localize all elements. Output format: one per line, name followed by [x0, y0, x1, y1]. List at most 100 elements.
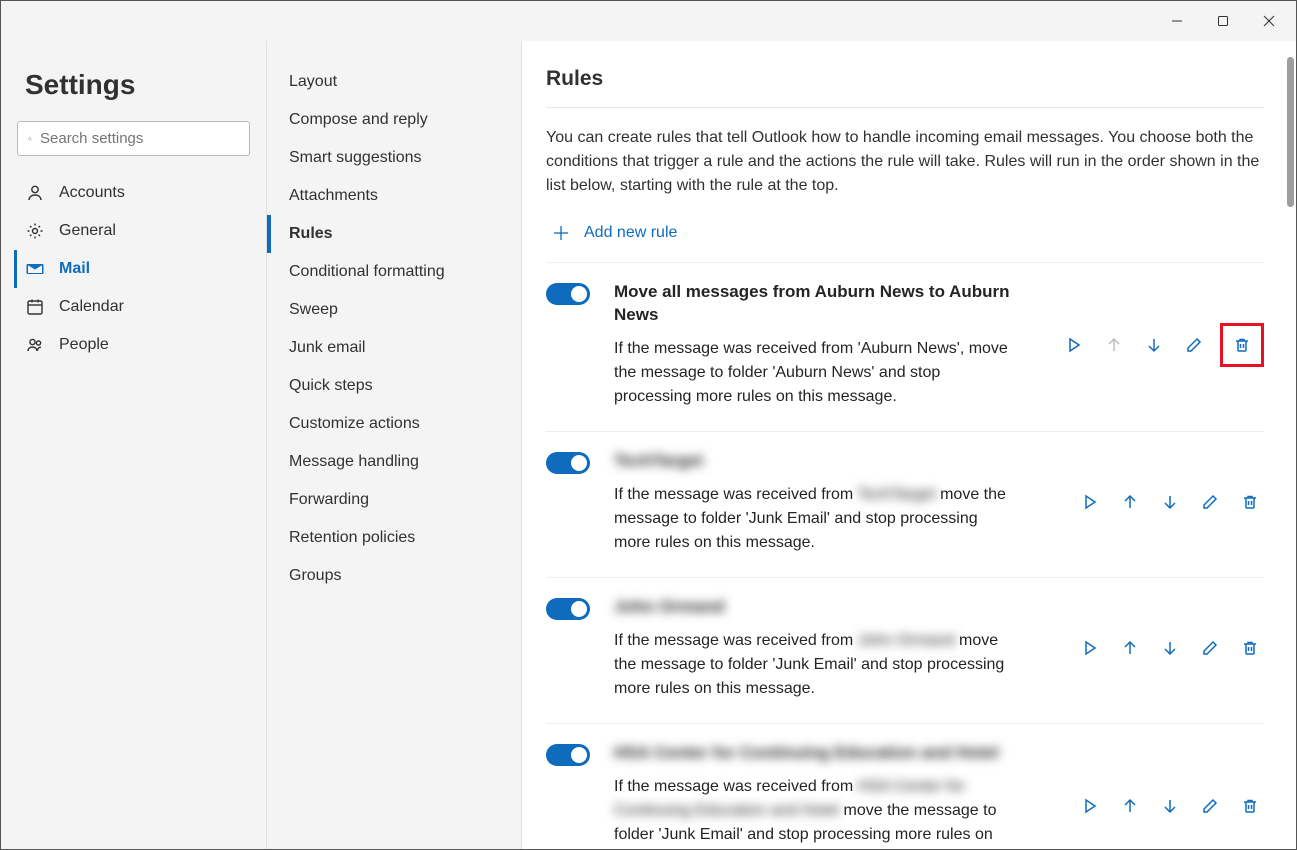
- add-rule-label: Add new rule: [584, 224, 677, 242]
- window-titlebar: [1, 1, 1296, 41]
- pencil-icon: [1186, 337, 1202, 353]
- nav-label: Accounts: [59, 184, 125, 202]
- subnav-groups[interactable]: Groups: [267, 557, 521, 595]
- pencil-icon: [1202, 640, 1218, 656]
- rule-actions: [1060, 323, 1264, 367]
- arrow-down-icon: [1162, 494, 1178, 510]
- rule-row: John Ormand If the message was received …: [546, 578, 1264, 724]
- delete-rule-button[interactable]: [1236, 792, 1264, 820]
- move-down-button[interactable]: [1156, 634, 1184, 662]
- subnav-message-handling[interactable]: Message handling: [267, 443, 521, 481]
- run-rule-button[interactable]: [1076, 634, 1104, 662]
- rule-toggle[interactable]: [546, 744, 590, 766]
- move-up-button[interactable]: [1116, 792, 1144, 820]
- run-rule-button[interactable]: [1060, 331, 1088, 359]
- nav-item-people[interactable]: People: [14, 326, 250, 364]
- vertical-scrollbar[interactable]: [1284, 41, 1296, 849]
- play-icon: [1066, 337, 1082, 353]
- people-icon: [25, 335, 45, 355]
- nav-item-mail[interactable]: Mail: [14, 250, 250, 288]
- move-down-button[interactable]: [1156, 792, 1184, 820]
- settings-title: Settings: [25, 69, 250, 101]
- subnav-customize-actions[interactable]: Customize actions: [267, 405, 521, 443]
- rule-toggle[interactable]: [546, 452, 590, 474]
- run-rule-button[interactable]: [1076, 488, 1104, 516]
- arrow-down-icon: [1162, 640, 1178, 656]
- subnav-sweep[interactable]: Sweep: [267, 291, 521, 329]
- rule-row: HSA Center for Continuing Education and …: [546, 724, 1264, 849]
- content-area: Settings Accounts General Mail Calendar: [1, 41, 1296, 849]
- nav-item-general[interactable]: General: [14, 212, 250, 250]
- rule-body: HSA Center for Continuing Education and …: [614, 742, 1076, 849]
- edit-rule-button[interactable]: [1180, 331, 1208, 359]
- play-icon: [1082, 494, 1098, 510]
- search-icon: [28, 131, 32, 147]
- rule-body: John Ormand If the message was received …: [614, 596, 1076, 701]
- page-title: Rules: [546, 67, 1264, 91]
- rule-title: John Ormand: [614, 596, 1066, 619]
- window-minimize-button[interactable]: [1154, 9, 1200, 33]
- person-icon: [25, 183, 45, 203]
- subnav-conditional-formatting[interactable]: Conditional formatting: [267, 253, 521, 291]
- arrow-up-icon: [1122, 798, 1138, 814]
- rule-toggle[interactable]: [546, 598, 590, 620]
- pencil-icon: [1202, 798, 1218, 814]
- rule-actions: [1076, 792, 1264, 820]
- move-down-button[interactable]: [1156, 488, 1184, 516]
- arrow-up-icon: [1122, 640, 1138, 656]
- subnav-layout[interactable]: Layout: [267, 63, 521, 101]
- trash-icon: [1234, 337, 1250, 353]
- move-up-button: [1100, 331, 1128, 359]
- calendar-icon: [25, 297, 45, 317]
- arrow-up-icon: [1106, 337, 1122, 353]
- delete-rule-button[interactable]: [1236, 634, 1264, 662]
- subnav-rules[interactable]: Rules: [267, 215, 521, 253]
- edit-rule-button[interactable]: [1196, 792, 1224, 820]
- subnav-smart-suggestions[interactable]: Smart suggestions: [267, 139, 521, 177]
- delete-rule-button[interactable]: [1236, 488, 1264, 516]
- window-close-button[interactable]: [1246, 9, 1292, 33]
- subnav-junk-email[interactable]: Junk email: [267, 329, 521, 367]
- move-up-button[interactable]: [1116, 488, 1144, 516]
- rule-actions: [1076, 488, 1264, 516]
- rule-actions: [1076, 634, 1264, 662]
- delete-rule-button[interactable]: [1228, 331, 1256, 359]
- rule-body: Move all messages from Auburn News to Au…: [614, 281, 1060, 409]
- trash-icon: [1242, 798, 1258, 814]
- settings-sidebar: Settings Accounts General Mail Calendar: [1, 41, 266, 849]
- play-icon: [1082, 798, 1098, 814]
- subnav-retention-policies[interactable]: Retention policies: [267, 519, 521, 557]
- arrow-up-icon: [1122, 494, 1138, 510]
- run-rule-button[interactable]: [1076, 792, 1104, 820]
- rule-description: If the message was received from TechTar…: [614, 483, 1014, 555]
- subnav-forwarding[interactable]: Forwarding: [267, 481, 521, 519]
- scrollbar-thumb[interactable]: [1287, 57, 1294, 207]
- window-maximize-button[interactable]: [1200, 9, 1246, 33]
- nav-item-calendar[interactable]: Calendar: [14, 288, 250, 326]
- rule-title: Move all messages from Auburn News to Au…: [614, 281, 1014, 327]
- nav-label: People: [59, 336, 109, 354]
- nav-label: Mail: [59, 260, 90, 278]
- move-up-button[interactable]: [1116, 634, 1144, 662]
- add-new-rule-button[interactable]: Add new rule: [546, 218, 1264, 262]
- edit-rule-button[interactable]: [1196, 634, 1224, 662]
- rule-body: TechTarget If the message was received f…: [614, 450, 1076, 555]
- search-settings-input[interactable]: [40, 130, 239, 147]
- rules-scroll-area[interactable]: Rules You can create rules that tell Out…: [522, 41, 1284, 849]
- subnav-attachments[interactable]: Attachments: [267, 177, 521, 215]
- move-down-button[interactable]: [1140, 331, 1168, 359]
- rule-description: If the message was received from HSA Cen…: [614, 775, 1014, 849]
- rule-row: Move all messages from Auburn News to Au…: [546, 263, 1264, 432]
- rules-intro-text: You can create rules that tell Outlook h…: [546, 126, 1264, 198]
- edit-rule-button[interactable]: [1196, 488, 1224, 516]
- rule-toggle[interactable]: [546, 283, 590, 305]
- rule-title: TechTarget: [614, 450, 1066, 473]
- subnav-compose[interactable]: Compose and reply: [267, 101, 521, 139]
- rule-description: If the message was received from John Or…: [614, 629, 1014, 701]
- delete-button-highlight: [1220, 323, 1264, 367]
- search-settings-box[interactable]: [17, 121, 250, 156]
- nav-item-accounts[interactable]: Accounts: [14, 174, 250, 212]
- rule-row: TechTarget If the message was received f…: [546, 432, 1264, 578]
- subnav-quick-steps[interactable]: Quick steps: [267, 367, 521, 405]
- settings-window: Settings Accounts General Mail Calendar: [0, 0, 1297, 850]
